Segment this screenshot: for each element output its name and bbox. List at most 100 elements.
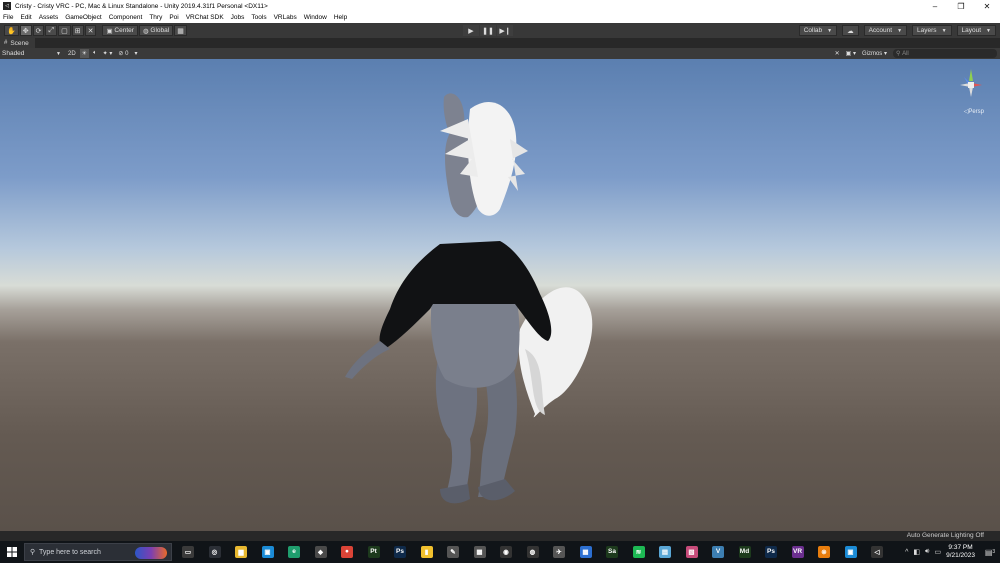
- windows-taskbar: ⚲ Type here to search ▭ ◎ ▆ ▣ e ◆ ● Pt Ps ▮ ✎ ▦ ◉ ◍ ✈ ▦…: [0, 541, 1000, 563]
- taskbar-app-blender[interactable]: ⊗: [814, 543, 834, 561]
- taskbar-search-input[interactable]: ⚲ Type here to search: [24, 543, 172, 561]
- transform-tool-icon[interactable]: ⊞: [71, 25, 84, 36]
- taskbar-app-substance-painter[interactable]: Pt: [364, 543, 384, 561]
- close-button[interactable]: ✕: [974, 2, 1000, 11]
- draw-mode-dropdown[interactable]: Shaded ▼: [2, 49, 64, 58]
- system-tray: ^ ◧ 🔊︎ ▭ 9:37 PM 9/21/2023 ▤ 3: [905, 541, 1000, 563]
- volume-icon[interactable]: 🔊︎: [925, 548, 929, 556]
- windows-start-button[interactable]: [0, 547, 24, 557]
- menu-item-gameobject[interactable]: GameObject: [65, 14, 102, 21]
- layout-dropdown[interactable]: Layout ▼: [956, 25, 996, 36]
- taskbar-app-unity-editor[interactable]: ◁: [867, 543, 887, 561]
- taskbar-app-blender-like[interactable]: ✈: [549, 543, 569, 561]
- grid-snap-icon[interactable]: ▦: [174, 25, 187, 36]
- menu-item-thry[interactable]: Thry: [149, 14, 162, 21]
- chevron-down-icon: ▼: [897, 27, 903, 34]
- collab-dropdown[interactable]: Collab ▼: [798, 25, 838, 36]
- taskbar-app-chat-app[interactable]: ▣: [841, 543, 861, 561]
- minimize-button[interactable]: –: [922, 2, 948, 11]
- taskbar-app-spotify[interactable]: ≋: [629, 543, 649, 561]
- taskbar-app-markdown-app[interactable]: Md: [735, 543, 755, 561]
- status-bar: Auto Generate Lighting Off: [0, 531, 1000, 541]
- taskbar-app-compass-app[interactable]: ◎: [205, 543, 225, 561]
- grid-toggle-icon[interactable]: ▾: [132, 49, 140, 58]
- menu-item-assets[interactable]: Assets: [39, 14, 59, 21]
- pivot-center-toggle[interactable]: ▣ Center: [102, 25, 138, 36]
- taskbar-app-substance-designer[interactable]: Sa: [602, 543, 622, 561]
- vrchat-app-icon: VR: [791, 545, 804, 558]
- menu-item-vrchat-sdk[interactable]: VRChat SDK: [186, 14, 224, 21]
- gizmos-dropdown[interactable]: Gizmos ▾: [859, 49, 889, 58]
- menu-item-help[interactable]: Help: [334, 14, 347, 21]
- taskbar-app-monitor-app[interactable]: ▦: [470, 543, 490, 561]
- battery-icon[interactable]: ▭: [934, 548, 941, 556]
- maximize-button[interactable]: ❐: [948, 2, 974, 11]
- account-label: Account: [868, 27, 893, 34]
- taskbar-app-vrchat-app[interactable]: VR: [788, 543, 808, 561]
- menu-item-jobs[interactable]: Jobs: [231, 14, 245, 21]
- blender-like-icon: ✈: [553, 545, 565, 558]
- taskbar-app-steam-app[interactable]: ◉: [496, 543, 516, 561]
- scene-search-input[interactable]: ⚲ All: [893, 49, 997, 58]
- menu-item-vrlabs[interactable]: VRLabs: [274, 14, 297, 21]
- menu-item-edit[interactable]: Edit: [20, 14, 31, 21]
- rect-tool-icon[interactable]: ▢: [58, 25, 71, 36]
- scale-tool-icon[interactable]: ⤢: [45, 25, 58, 36]
- custom-tool-icon[interactable]: ✕: [84, 25, 97, 36]
- account-dropdown[interactable]: Account ▼: [863, 25, 908, 36]
- network-icon[interactable]: ◧: [913, 548, 920, 556]
- mode-2d-label: 2D: [68, 50, 76, 57]
- menu-item-tools[interactable]: Tools: [251, 14, 266, 21]
- hidden-objects-toggle[interactable]: ⊘ 0: [116, 49, 131, 58]
- menu-item-file[interactable]: File: [3, 14, 13, 21]
- pause-button-icon[interactable]: ❚❚: [480, 25, 496, 36]
- taskbar-app-media-player[interactable]: ▭: [178, 543, 198, 561]
- menu-item-component[interactable]: Component: [109, 14, 143, 21]
- play-button-icon[interactable]: ▶: [463, 25, 479, 36]
- projection-label[interactable]: ◁Persp: [964, 108, 984, 115]
- unity-editor-icon: ◁: [871, 545, 883, 558]
- clock[interactable]: 9:37 PM 9/21/2023: [946, 544, 975, 560]
- taskbar-app-calculator[interactable]: ▦: [576, 543, 596, 561]
- pivot-global-toggle[interactable]: ◍ Global: [138, 25, 174, 36]
- step-button-icon[interactable]: ▶❙: [497, 25, 513, 36]
- notification-button[interactable]: ▤ 3: [983, 545, 997, 559]
- taskbar-app-visual-studio[interactable]: V: [708, 543, 728, 561]
- rotate-tool-icon[interactable]: ⟳: [32, 25, 45, 36]
- menu-item-window[interactable]: Window: [304, 14, 327, 21]
- move-tool-icon[interactable]: ✥: [19, 25, 32, 36]
- taskbar-app-unity-hub[interactable]: ◆: [311, 543, 331, 561]
- cloud-button[interactable]: ☁: [842, 25, 859, 36]
- menu-item-poi[interactable]: Poi: [169, 14, 178, 21]
- taskbar-app-file-explorer[interactable]: ▆: [231, 543, 251, 561]
- media-player-icon: ▭: [182, 545, 194, 558]
- unity-icon: ◁: [3, 2, 11, 10]
- mode-2d-toggle[interactable]: 2D: [66, 49, 78, 58]
- taskbar-app-edge-app[interactable]: e: [284, 543, 304, 561]
- camera-icon[interactable]: ▣ ▾: [843, 49, 858, 58]
- effects-toggle-icon[interactable]: ✦ ▾: [100, 49, 115, 58]
- hand-tool-icon[interactable]: ✋: [4, 25, 19, 36]
- chevron-up-icon[interactable]: ^: [905, 549, 908, 556]
- taskbar-app-capture-app[interactable]: ▣: [258, 543, 278, 561]
- layers-dropdown[interactable]: Layers ▼: [912, 25, 952, 36]
- lighting-toggle-icon[interactable]: ☀: [79, 49, 90, 58]
- compass-app-icon: ◎: [208, 545, 221, 558]
- taskbar-app-pencil-app[interactable]: ✎: [443, 543, 463, 561]
- orientation-gizmo[interactable]: [956, 67, 986, 107]
- notification-count: 3: [992, 549, 996, 555]
- search-highlight-icon: [135, 547, 167, 559]
- tab-scene[interactable]: # Scene: [0, 38, 35, 48]
- tools-icon[interactable]: ✕: [832, 49, 842, 58]
- taskbar-app-sticky-notes[interactable]: ▮: [417, 543, 437, 561]
- audio-toggle-icon[interactable]: 🔈︎: [91, 49, 99, 58]
- taskbar-app-photoshop-2[interactable]: Ps: [390, 543, 410, 561]
- scene-viewport[interactable]: ◁Persp: [0, 59, 1000, 531]
- taskbar-app-image-viewer[interactable]: ▧: [682, 543, 702, 561]
- unity-hub-icon: ◆: [314, 545, 327, 558]
- taskbar-app-chrome[interactable]: ●: [337, 543, 357, 561]
- taskbar-app-notepad[interactable]: ▤: [655, 543, 675, 561]
- taskbar-app-obs-app[interactable]: ◍: [523, 543, 543, 561]
- draw-mode-label: Shaded: [2, 50, 25, 57]
- taskbar-app-photoshop[interactable]: Ps: [761, 543, 781, 561]
